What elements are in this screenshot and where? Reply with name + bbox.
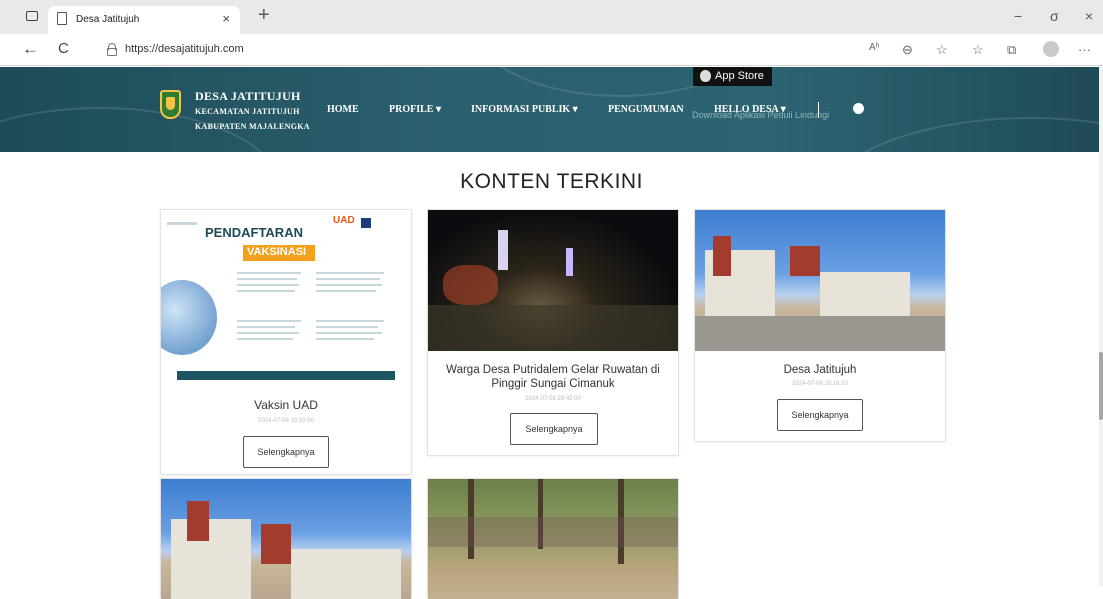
- app-store-badge[interactable]: App Store: [693, 67, 772, 86]
- nav-hello-desa[interactable]: HELLO DESA ▾: [714, 104, 786, 115]
- read-more-button[interactable]: Selengkapnya: [777, 399, 863, 431]
- card-title[interactable]: Vaksin UAD: [171, 398, 401, 412]
- content-card[interactable]: Desa Jatitujuh 2024-07-08 20:16:10 Selen…: [694, 209, 946, 442]
- brand-district: KECAMATAN JATITUJUH: [195, 107, 300, 116]
- card-image-community-event[interactable]: [428, 479, 678, 599]
- page-scrollbar[interactable]: [1099, 67, 1103, 586]
- address-bar: ← C https://desajatitujuh.com Aʰ ⊖ ☆ ☆ ⧉…: [0, 34, 1103, 66]
- browser-tab-bar: Desa Jatitujuh × + − σ ×: [0, 0, 1103, 34]
- brand-title[interactable]: DESA JATITUJUH: [195, 89, 301, 104]
- profile-icon[interactable]: [1043, 41, 1059, 57]
- info-icon[interactable]: [853, 103, 864, 114]
- poster-logo: UAD: [333, 215, 355, 226]
- site-header: DESA JATITUJUH KECAMATAN JATITUJUH KABUP…: [0, 67, 1099, 152]
- app-store-label: App Store: [715, 70, 764, 82]
- read-more-button[interactable]: Selengkapnya: [510, 413, 598, 445]
- favorites-icon[interactable]: ☆: [972, 42, 984, 58]
- vaccine-image: [161, 280, 217, 355]
- read-aloud-icon[interactable]: Aʰ: [869, 42, 880, 53]
- card-image-vaccine-poster[interactable]: PENDAFTARAN VAKSINASI UAD: [161, 210, 411, 387]
- read-more-button[interactable]: Selengkapnya: [243, 436, 329, 468]
- new-tab-icon[interactable]: +: [258, 5, 270, 25]
- card-date: 2024-07-08 15:15:00: [258, 418, 314, 424]
- favorites-add-icon[interactable]: ☆: [936, 42, 948, 58]
- card-date: 2024-07-08 20:45:00: [525, 396, 581, 402]
- card-title[interactable]: Warga Desa Putridalem Gelar Ruwatan di P…: [438, 363, 668, 391]
- tab-close-icon[interactable]: ×: [222, 11, 230, 26]
- poster-band: VAKSINASI: [243, 245, 315, 261]
- menu-divider: [818, 102, 819, 118]
- browser-tab[interactable]: Desa Jatitujuh ×: [48, 6, 240, 34]
- close-window-icon[interactable]: ×: [1085, 8, 1093, 24]
- card-image-ruwatan[interactable]: [428, 210, 678, 351]
- poster-heading: PENDAFTARAN: [205, 225, 303, 240]
- village-logo[interactable]: [160, 90, 181, 119]
- content-card[interactable]: Warga Desa Putridalem Gelar Ruwatan di P…: [427, 209, 679, 456]
- card-title[interactable]: Desa Jatitujuh: [705, 363, 935, 377]
- url-field[interactable]: https://desajatitujuh.com: [125, 43, 244, 55]
- section-title: KONTEN TERKINI: [460, 170, 643, 193]
- nav-pengumuman[interactable]: PENGUMUMAN: [608, 104, 684, 115]
- content-card[interactable]: [427, 478, 679, 599]
- refresh-icon[interactable]: C: [58, 39, 69, 59]
- scrollbar-thumb[interactable]: [1099, 352, 1103, 420]
- apple-icon: [700, 70, 711, 82]
- nav-home[interactable]: HOME: [327, 104, 359, 115]
- restore-icon[interactable]: σ: [1050, 8, 1059, 24]
- card-image-village-office[interactable]: [695, 210, 945, 351]
- nav-informasi-publik[interactable]: INFORMASI PUBLIK ▾: [471, 104, 578, 115]
- brand-regency: KABUPATEN MAJALENGKA: [195, 122, 310, 131]
- zoom-icon[interactable]: ⊖: [902, 42, 913, 58]
- page-icon: [57, 12, 67, 25]
- content-card[interactable]: PENDAFTARAN VAKSINASI UAD Vaksin UAD 202…: [160, 209, 412, 475]
- back-icon[interactable]: ←: [22, 39, 39, 59]
- tab-title: Desa Jatitujuh: [76, 14, 140, 25]
- card-image-village-office-2[interactable]: [161, 479, 411, 599]
- tab-actions-icon[interactable]: [26, 11, 38, 21]
- collections-icon[interactable]: ⧉: [1007, 42, 1016, 58]
- card-date: 2024-07-08 20:16:10: [792, 381, 848, 387]
- lock-icon[interactable]: [107, 43, 117, 56]
- more-icon[interactable]: ···: [1078, 42, 1091, 57]
- nav-profile[interactable]: PROFILE ▾: [389, 104, 441, 115]
- content-card[interactable]: [160, 478, 412, 599]
- minimize-icon[interactable]: −: [1014, 8, 1022, 24]
